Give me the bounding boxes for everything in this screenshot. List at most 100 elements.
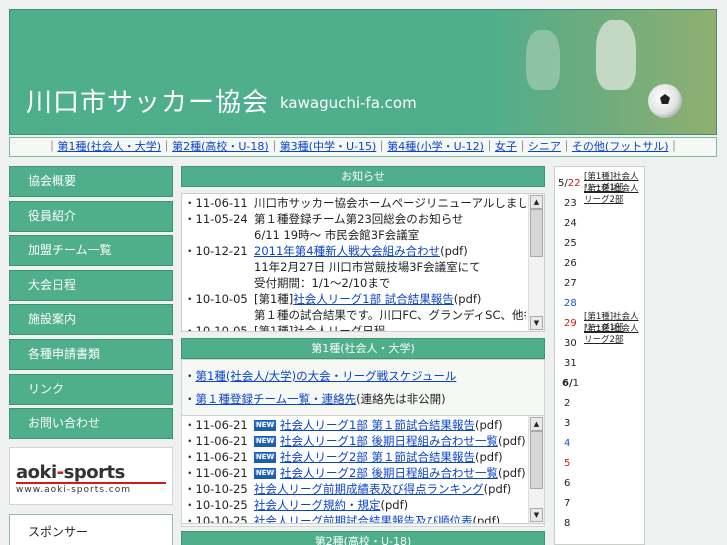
list-item: ・11-06-21 NEW 社会人リーグ2部 後期日程組み合わせ一覧(pdf) [184,465,526,481]
new-badge-icon: NEW [254,436,276,447]
list-item: ・10-10-05 [第1種]社会人リーグ1部 試合結果報告(pdf) [184,291,526,307]
item-link[interactable]: 社会人リーグ規約・規定 [254,498,381,512]
calendar-day: 27 [564,278,577,289]
notice-list[interactable]: ・11-06-11 川口市サッカー協会ホームページリニューアルしました。 ・11-0… [181,193,545,332]
item-text: 11年2月27日 川口市営競技場3F会議室にて [254,260,481,274]
calendar-day: 29 [564,318,577,329]
item-date [184,259,254,275]
calendar-day: 28 [564,298,577,309]
calendar-day: 26 [564,258,577,269]
cat1-section: ・第1種(社会人/大学)の大会・リーグ戦スケジュール ・第１種登録チーム一覧・連… [181,359,545,527]
calendar-day: 6/1 [562,378,579,389]
item-text: 第１種の試合結果です。川口FC、グランディSC、他各チーム [254,308,526,322]
calendar-event[interactable]: [第1種]社会人リーグ2部 [584,324,644,346]
scroll-up-icon[interactable]: ▲ [530,195,543,209]
menu-item-about[interactable]: 協会概要 [9,166,173,197]
item-link[interactable]: 社会人リーグ1部 試合結果報告 [293,292,453,306]
menu-item-teams[interactable]: 加盟チーム一覧 [9,235,173,267]
main-content: お知らせ ・11-06-11 川口市サッカー協会ホームページリニューアルしました。… [181,166,545,545]
list-item: ・10-10-25 社会人リーグ前期試合結果報告及び順位表(pdf) [184,513,526,523]
item-date: ・10-10-25 [184,498,248,512]
cat2-title[interactable]: 第2種(高校・U-18) [181,531,545,545]
item-link[interactable]: 社会人リーグ1部 後期日程組み合わせ一覧 [280,434,498,448]
item-text: 社会人リーグ前期成績表及び得点ランキング(pdf) [254,482,512,496]
list-item: ・10-10-25 社会人リーグ規約・規定(pdf) [184,497,526,513]
item-date: ・11-06-21 [184,418,248,432]
nav-item-cat1[interactable]: 第1種(社会人・大学) [57,140,161,153]
menu-item-links[interactable]: リンク [9,373,173,405]
sponsor-banner[interactable]: aoki-sports www.aoki-sports.com [9,447,173,505]
cat1-scrollbar[interactable]: ▲ ▼ [528,416,544,523]
cat1-list[interactable]: ・11-06-21 NEW 社会人リーグ1部 第１節試合結果報告(pdf) ・11-0… [182,415,544,524]
calendar-event-link[interactable]: [第1種]社会人リーグ2部 [584,184,639,205]
item-date: ・10-10-05 [184,324,248,331]
item-link[interactable]: 社会人リーグ前期成績表及び得点ランキング [254,482,484,496]
calendar-date: 25 [564,238,577,249]
site-title[interactable]: 川口市サッカー協会 [26,82,269,119]
list-item: ・11-06-21 NEW 社会人リーグ1部 第１節試合結果報告(pdf) [184,417,526,433]
calendar-date: 4 [564,438,571,449]
item-text: 受付期間：1/1～2/10まで [254,276,391,290]
calendar-event-link[interactable]: [第1種]社会人リーグ2部 [584,324,639,345]
list-item: ・11-05-24 第１種登録チーム第23回総会のお知らせ [184,211,526,227]
calendar-event[interactable]: [第1種]社会人リーグ2部 [584,184,644,206]
cat1-teams-link[interactable]: 第１種登録チーム一覧・連絡先 [196,392,357,406]
nav-item-senior[interactable]: シニア [528,140,561,153]
cat1-teams-line: ・第１種登録チーム一覧・連絡先(連絡先は非公開) [184,392,446,406]
new-badge-icon: NEW [254,468,276,479]
calendar-date: 30 [564,338,577,349]
sponsor-box: スポンサー [9,514,173,545]
calendar-date: 8 [564,518,571,529]
menu-item-schedule[interactable]: 大会日程 [9,269,173,301]
calendar-date: 6 [564,478,571,489]
soccer-ball-icon [648,84,682,118]
sponsor-url: www.aoki-sports.com [16,485,132,495]
cat1-schedule-link[interactable]: 第1種(社会人/大学)の大会・リーグ戦スケジュール [196,369,457,383]
item-link[interactable]: 社会人リーグ2部 後期日程組み合わせ一覧 [280,466,498,480]
page: 川口市サッカー協会 kawaguchi-fa.com ｜第1種(社会人・大学)｜… [0,0,727,545]
scroll-down-icon[interactable]: ▼ [530,316,543,330]
list-item: 6/11 19時～ 市民会館3F会議室 [184,227,526,243]
list-item: ・10-10-25 社会人リーグ前期成績表及び得点ランキング(pdf) [184,481,526,497]
item-text: 川口市サッカー協会ホームページリニューアルしました。 [254,196,526,210]
calendar-date: 1 [572,378,579,389]
item-date: ・10-12-21 [184,244,248,258]
nav-item-other[interactable]: その他(フットサル) [572,140,669,153]
item-link[interactable]: 社会人リーグ前期試合結果報告及び順位表 [254,514,473,523]
item-text: NEW 社会人リーグ2部 第１節試合結果報告(pdf) [254,450,503,464]
calendar-date: 29 [564,318,577,329]
calendar-day: 30 [564,338,577,349]
header-photo [486,10,716,134]
item-text: 6/11 19時～ 市民会館3F会議室 [254,228,420,242]
item-text: [第1種]社会人リーグ日程 [254,324,386,331]
item-text: 社会人リーグ規約・規定(pdf) [254,498,409,512]
calendar-panel: 5/22 [第1種]社会人リーグ1部 [第1種]社会人リーグ2部 23 24 25 26 27… [554,166,645,545]
menu-item-facilities[interactable]: 施設案内 [9,304,173,336]
scroll-down-icon[interactable]: ▼ [530,508,543,522]
list-item: ・10-12-21 2011年第4種新人戦大会組み合わせ(pdf) [184,243,526,259]
item-text: 2011年第4種新人戦大会組み合わせ(pdf) [254,244,468,258]
nav-item-cat4[interactable]: 第4種(小学・U-12) [387,140,484,153]
list-item: ・10-10-05 [第1種]社会人リーグ日程 [184,323,526,331]
menu-item-forms[interactable]: 各種申請書類 [9,338,173,370]
nav-item-cat2[interactable]: 第2種(高校・U-18) [172,140,269,153]
nav-item-cat3[interactable]: 第3種(中学・U-15) [280,140,377,153]
sponsor-box-label: スポンサー [28,525,89,539]
nav-item-women[interactable]: 女子 [495,140,517,153]
new-badge-icon: NEW [254,452,276,463]
scroll-up-icon[interactable]: ▲ [530,417,543,431]
item-date: ・11-06-11 [184,196,248,210]
item-link[interactable]: 社会人リーグ1部 第１節試合結果報告 [280,418,475,432]
menu-item-officers[interactable]: 役員紹介 [9,200,173,232]
item-date: ・11-06-21 [184,466,248,480]
notice-scrollbar[interactable]: ▲ ▼ [528,194,544,331]
item-date: ・11-06-21 [184,450,248,464]
item-text: 第１種登録チーム第23回総会のお知らせ [254,212,464,226]
notice-title: お知らせ [181,166,545,187]
item-link[interactable]: 2011年第4種新人戦大会組み合わせ [254,244,440,258]
cat1-title[interactable]: 第1種(社会人・大学) [181,338,545,359]
new-badge-icon: NEW [254,420,276,431]
menu-item-contact[interactable]: お問い合わせ [9,408,173,440]
calendar-date: 22 [567,178,581,189]
item-link[interactable]: 社会人リーグ2部 第１節試合結果報告 [280,450,475,464]
